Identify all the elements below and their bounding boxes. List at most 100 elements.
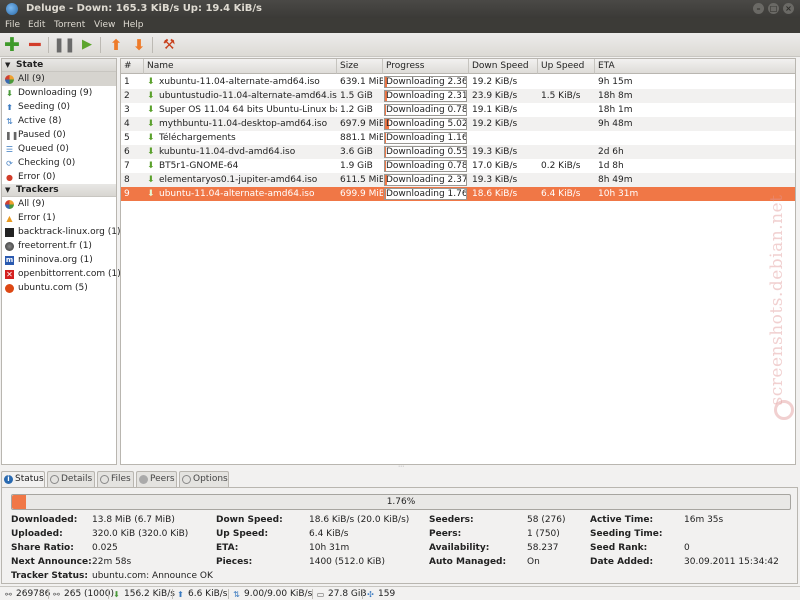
active-icon: ⇅ — [6, 117, 13, 126]
menu-bar: File Edit Torrent View Help — [0, 18, 800, 33]
status-bar-item[interactable]: ⇅ 9.00/9.00 KiB/s — [232, 588, 312, 600]
torrent-list: # Name Size Progress Down Speed Up Speed… — [120, 58, 796, 465]
filter-tracker-openbittorrent[interactable]: ✕ openbittorrent.com (1) — [2, 267, 121, 281]
menu-help[interactable]: Help — [123, 20, 144, 30]
status-bar-item[interactable]: ⬆ 6.6 KiB/s — [176, 588, 227, 600]
status-label: Date Added: — [590, 557, 654, 567]
filter-tracker-error[interactable]: ▲ Error (1) — [2, 211, 116, 225]
cell-name: elementaryos0.1-jupiter-amd64.iso — [159, 175, 318, 185]
add-torrent-icon[interactable]: ✚ — [3, 36, 21, 55]
progress-label: Downloading 1.16% — [386, 133, 467, 143]
status-bar-item[interactable]: ✣ 159 — [366, 588, 395, 600]
torrent-row[interactable]: 3 Super OS 11.04 64 bits Ubuntu-Linux bas… — [121, 103, 795, 117]
remove-torrent-icon[interactable]: ━ — [26, 36, 44, 55]
torrent-row[interactable]: 5 Téléchargements 881.1 MiB Downloading 1.1… — [121, 131, 795, 145]
torrent-progress: Downloading 2.36% — [384, 76, 467, 88]
status-bar-item[interactable]: ⬇ 156.2 KiB/s — [112, 588, 175, 600]
filter-tracker-mininova[interactable]: m mininova.org (1) — [2, 253, 116, 267]
status-label: Auto Managed: — [429, 557, 507, 567]
tab-options[interactable]: Options — [179, 471, 229, 487]
status-bar-item[interactable]: ⚯ 265 (1000) — [52, 588, 114, 600]
torrent-row[interactable]: 7 BT5r1-GNOME-64 1.9 GiB Downloading 0.78% 1… — [121, 159, 795, 173]
toolbar-separator — [48, 37, 49, 53]
status-bar-item[interactable]: ▭ 27.8 GiB — [316, 588, 367, 600]
trackers-header[interactable]: Trackers — [2, 184, 116, 197]
filter-state-downloading[interactable]: ⬇ Downloading (9) — [2, 86, 116, 100]
downloading-state-icon: ⬇ — [147, 175, 155, 185]
queue-up-icon[interactable]: ⬆ — [107, 36, 125, 54]
column-header-number[interactable]: # — [121, 59, 144, 74]
cell-up — [538, 103, 595, 117]
cell-name: kubuntu-11.04-dvd-amd64.iso — [159, 147, 296, 157]
cell-name: BT5r1-GNOME-64 — [159, 161, 239, 171]
filter-tracker-all[interactable]: All (9) — [2, 197, 116, 211]
filter-state-paused[interactable]: ❚❚ Paused (0) — [2, 128, 116, 142]
progress-label: Downloading 0.78% — [386, 161, 467, 171]
filter-tracker-ubuntu[interactable]: ubuntu.com (5) — [2, 281, 116, 295]
filter-label: freetorrent.fr (1) — [18, 241, 92, 251]
close-icon[interactable]: × — [783, 3, 794, 14]
status-label: Down Speed: — [216, 515, 283, 525]
filter-state-all[interactable]: All (9) — [2, 72, 116, 86]
filter-tracker-freetorrent[interactable]: freetorrent.fr (1) — [2, 239, 116, 253]
tab-peers[interactable]: Peers — [136, 471, 177, 487]
resume-icon[interactable]: ▶ — [78, 36, 96, 54]
pane-splitter[interactable]: ⋯ — [398, 464, 404, 470]
menu-edit[interactable]: Edit — [28, 20, 45, 30]
details-tabs: i Status Details Files Peers Options — [1, 471, 798, 487]
cell-size: 639.1 MiB — [340, 77, 383, 87]
menu-torrent[interactable]: Torrent — [54, 20, 85, 30]
torrent-row[interactable]: 4 mythbuntu-11.04-desktop-amd64.iso 697.9 … — [121, 117, 795, 131]
tab-files[interactable]: Files — [97, 471, 134, 487]
column-header-up-speed[interactable]: Up Speed — [538, 59, 595, 74]
column-header-progress[interactable]: Progress — [383, 59, 469, 74]
filter-tracker-backtrack[interactable]: backtrack-linux.org (1) — [2, 225, 121, 239]
column-header-eta[interactable]: ETA — [595, 59, 795, 74]
status-label: Downloaded: — [11, 515, 78, 525]
cell-size: 1.9 GiB — [340, 161, 373, 171]
progress-label: Downloading 2.36% — [386, 77, 467, 87]
filter-state-checking[interactable]: ⟳ Checking (0) — [2, 156, 116, 170]
cell-up: 1.5 KiB/s — [541, 91, 581, 101]
downloading-state-icon: ⬇ — [147, 119, 155, 129]
maximize-icon[interactable]: □ — [768, 3, 779, 14]
preferences-icon[interactable]: ⚒ — [160, 36, 178, 54]
cell-name: Super OS 11.04 64 bits Ubuntu-Linux base… — [159, 105, 337, 115]
filter-label: Seeding (0) — [18, 102, 71, 112]
downloading-state-icon: ⬇ — [147, 161, 155, 171]
column-header-name[interactable]: Name — [144, 59, 337, 74]
filter-state-error[interactable]: ● Error (0) — [2, 170, 116, 184]
filter-label: openbittorrent.com (1) — [18, 269, 121, 279]
cell-down: 19.2 KiB/s — [472, 119, 518, 129]
minimize-icon[interactable]: – — [753, 3, 764, 14]
torrent-row[interactable]: 6 kubuntu-11.04-dvd-amd64.iso 3.6 GiB Downl… — [121, 145, 795, 159]
tab-label: Peers — [150, 474, 175, 484]
status-label: Seeders: — [429, 515, 474, 525]
tab-details[interactable]: Details — [47, 471, 95, 487]
menu-view[interactable]: View — [94, 20, 115, 30]
torrent-row[interactable]: 1 xubuntu-11.04-alternate-amd64.iso 639.1 … — [121, 75, 795, 89]
torrent-row[interactable]: 9 ubuntu-11.04-alternate-amd64.iso 699.9 M… — [121, 187, 795, 201]
tab-status[interactable]: i Status — [1, 471, 45, 487]
torrent-progress: Downloading 0.78% — [384, 104, 467, 116]
status-label: Pieces: — [216, 557, 253, 567]
torrent-row[interactable]: 2 ubuntustudio-11.04-alternate-amd64.iso 1… — [121, 89, 795, 103]
filter-label: ubuntu.com (5) — [18, 283, 88, 293]
cell-size: 1.5 GiB — [340, 91, 373, 101]
status-bar-item[interactable]: ⚯ 269786 — [4, 588, 50, 600]
disk-space-icon: ▭ — [316, 590, 325, 599]
filter-state-active[interactable]: ⇅ Active (8) — [2, 114, 116, 128]
menu-file[interactable]: File — [5, 20, 20, 30]
status-label: Availability: — [429, 543, 490, 553]
status-bar-value: 265 (1000) — [64, 589, 114, 599]
pause-icon[interactable]: ❚❚ — [53, 36, 75, 54]
filter-state-seeding[interactable]: ⬆ Seeding (0) — [2, 100, 116, 114]
column-header-down-speed[interactable]: Down Speed — [469, 59, 538, 74]
tab-label: Options — [193, 474, 228, 484]
queue-down-icon[interactable]: ⬇ — [130, 36, 148, 54]
filter-state-queued[interactable]: ☰ Queued (0) — [2, 142, 116, 156]
state-header[interactable]: State — [2, 59, 116, 72]
torrent-row[interactable]: 8 elementaryos0.1-jupiter-amd64.iso 611.5 … — [121, 173, 795, 187]
cell-name: xubuntu-11.04-alternate-amd64.iso — [159, 77, 320, 87]
column-header-size[interactable]: Size — [337, 59, 383, 74]
